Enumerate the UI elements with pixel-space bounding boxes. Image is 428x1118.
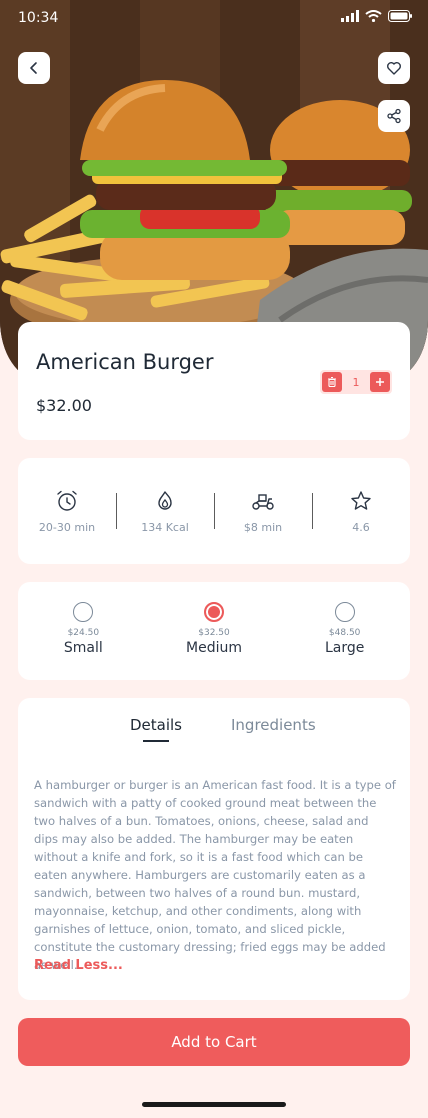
stat-delivery: $8 min	[214, 489, 312, 534]
tab-ingredients[interactable]: Ingredients	[231, 716, 316, 734]
plus-icon	[376, 378, 384, 386]
stats-card: 20-30 min 134 Kcal $8 min 4.6	[18, 458, 410, 564]
product-card: American Burger $32.00 1	[18, 322, 410, 440]
back-button[interactable]	[18, 52, 50, 84]
delivery-scooter-icon	[252, 493, 274, 510]
remove-button[interactable]	[322, 372, 342, 392]
star-icon	[351, 490, 371, 510]
size-selector: $24.50 Small $32.50 Medium $48.50 Large	[18, 582, 410, 680]
product-price: $32.00	[36, 396, 92, 415]
increment-button[interactable]	[370, 372, 390, 392]
status-bar: 10:34	[0, 0, 428, 36]
wifi-icon	[365, 10, 382, 22]
signal-icon	[341, 10, 359, 22]
share-button[interactable]	[378, 100, 410, 132]
size-radio-medium[interactable]	[204, 602, 224, 622]
read-less-link[interactable]: Read Less...	[34, 958, 123, 973]
size-price-medium: $32.50	[198, 628, 230, 638]
home-indicator	[142, 1102, 286, 1107]
chevron-left-icon	[30, 62, 37, 74]
status-icons	[341, 10, 412, 22]
stat-calories: 134 Kcal	[116, 489, 214, 534]
battery-icon	[388, 10, 412, 22]
size-option-large[interactable]: $48.50 Large	[279, 582, 410, 680]
stat-rating-label: 4.6	[352, 520, 370, 534]
trash-icon	[328, 376, 336, 388]
stat-delivery-label: $8 min	[243, 520, 283, 534]
size-name-large: Large	[324, 640, 365, 656]
size-radio-small[interactable]	[73, 602, 94, 622]
status-time: 10:34	[18, 10, 59, 26]
heart-icon	[387, 62, 401, 75]
favorite-button[interactable]	[378, 52, 410, 84]
product-title: American Burger	[36, 350, 214, 374]
tab-details[interactable]: Details	[130, 716, 182, 734]
size-price-small: $24.50	[67, 628, 100, 638]
size-option-medium[interactable]: $32.50 Medium	[149, 582, 280, 680]
size-price-large: $48.50	[328, 628, 361, 638]
flame-icon	[158, 490, 172, 510]
size-name-medium: Medium	[186, 640, 242, 656]
quantity-stepper: 1	[320, 370, 392, 394]
size-option-small[interactable]: $24.50 Small	[18, 582, 149, 680]
stat-time-label: 20-30 min	[38, 520, 96, 534]
share-icon	[387, 108, 401, 124]
size-name-small: Small	[63, 640, 103, 656]
size-radio-large[interactable]	[334, 602, 355, 622]
product-description: A hamburger or burger is an American fas…	[34, 778, 396, 972]
add-to-cart-button[interactable]: Add to Cart	[18, 1018, 410, 1066]
stat-time: 20-30 min	[18, 489, 116, 534]
active-tab-indicator	[143, 740, 169, 742]
details-card: Details Ingredients A hamburger or burge…	[18, 698, 410, 1000]
stat-rating: 4.6	[312, 489, 410, 534]
stat-calories-label: 134 Kcal	[141, 520, 189, 534]
alarm-clock-icon	[57, 490, 77, 511]
quantity-value: 1	[352, 375, 360, 389]
